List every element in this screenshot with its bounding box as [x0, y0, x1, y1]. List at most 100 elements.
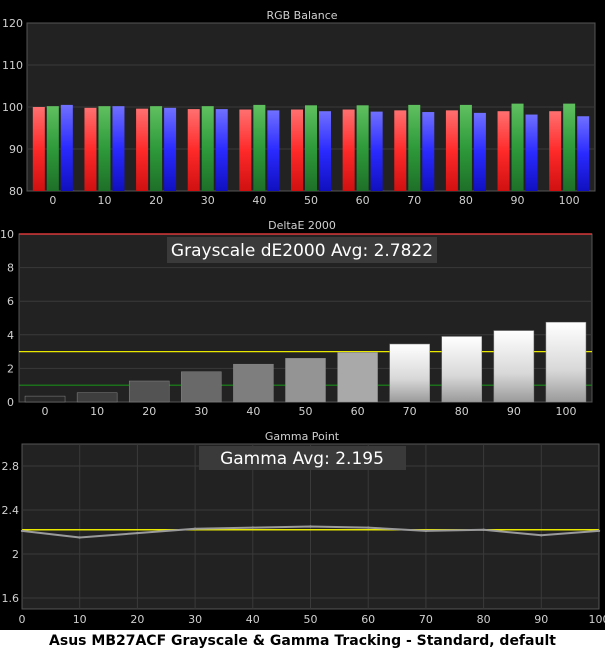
deltae-bar-60: [337, 352, 378, 403]
gamma-point-80: [482, 528, 485, 531]
x-tick-label: 10: [97, 194, 111, 207]
chart-title: RGB Balance: [266, 9, 337, 22]
blue-bar-0: [60, 104, 73, 191]
x-tick-label: 20: [130, 613, 144, 626]
blue-bar-30: [215, 109, 228, 191]
x-tick-label: 30: [201, 194, 215, 207]
y-tick-label: 1.6: [2, 592, 20, 605]
blue-bar-80: [473, 112, 486, 191]
x-tick-label: 20: [149, 194, 163, 207]
blue-bar-70: [422, 112, 435, 191]
gamma-point-20: [136, 531, 139, 535]
red-bar-30: [187, 109, 200, 191]
gamma-point-60: [367, 526, 370, 529]
blue-bar-60: [370, 111, 383, 191]
x-tick-label: 70: [403, 405, 417, 418]
green-bar-80: [459, 104, 472, 191]
y-tick-label: 8: [7, 262, 14, 275]
red-bar-0: [32, 107, 45, 191]
x-tick-label: 50: [299, 405, 313, 418]
chart-title: DeltaE 2000: [268, 219, 336, 232]
blue-bar-40: [267, 110, 280, 191]
y-tick-label: 2: [12, 548, 19, 561]
blue-bar-90: [525, 114, 538, 191]
green-bar-0: [46, 106, 59, 191]
x-tick-label: 50: [304, 194, 318, 207]
x-tick-label: 90: [534, 613, 548, 626]
y-tick-label: 4: [7, 329, 14, 342]
deltae-bar-40: [233, 363, 274, 403]
blue-bar-20: [164, 107, 177, 191]
y-tick-label: 110: [2, 59, 23, 72]
green-bar-30: [201, 106, 214, 191]
x-tick-label: 30: [194, 405, 208, 418]
red-bar-50: [291, 109, 303, 191]
green-bar-90: [511, 103, 524, 191]
x-tick-label: 0: [19, 613, 26, 626]
x-tick-label: 40: [252, 194, 266, 207]
x-tick-label: 30: [188, 613, 202, 626]
deltae-bar-0: [24, 395, 66, 403]
red-bar-20: [136, 108, 149, 191]
deltae-bar-50: [285, 358, 326, 403]
red-bar-40: [239, 109, 252, 191]
y-tick-label: 2: [7, 362, 14, 375]
y-tick-label: 2.8: [2, 460, 20, 473]
x-tick-label: 100: [559, 194, 580, 207]
deltae-bar-10: [76, 392, 118, 403]
green-bar-10: [98, 106, 111, 191]
gamma-chart: Gamma Point 1.6 2 2.4 2.8 0 10 20 30 40 50 60 70 80 90…: [2, 430, 605, 626]
green-bar-60: [356, 105, 369, 191]
y-tick-label: 6: [7, 295, 14, 308]
figure-caption: Asus MB27ACF Grayscale & Gamma Tracking …: [49, 633, 556, 649]
red-bar-80: [445, 110, 458, 191]
x-tick-label: 0: [42, 405, 49, 418]
y-tick-label: 120: [2, 17, 23, 30]
y-tick-label: 10: [0, 228, 14, 241]
gamma-point-10: [78, 536, 81, 539]
gamma-point-30: [193, 527, 197, 530]
rgb-balance-chart: RGB Balance 80 90 100 110 120 0 10 20 30 40 50 60 70 8…: [2, 9, 596, 207]
x-tick-label: 60: [356, 194, 370, 207]
gamma-point-50: [309, 525, 312, 528]
x-tick-label: 10: [73, 613, 87, 626]
deltae-bar-20: [128, 380, 170, 403]
x-tick-label: 80: [477, 613, 491, 626]
green-bar-50: [305, 105, 317, 191]
x-tick-label: 90: [507, 405, 521, 418]
gamma-point-100: [597, 529, 601, 533]
red-bar-10: [84, 107, 97, 191]
y-tick-label: 100: [2, 101, 23, 114]
rgb-balance-panel: RGB Balance 80 90 100 110 120 0 10 20 30 40 50 60 70 8…: [0, 0, 605, 210]
deltae-bar-30: [181, 371, 222, 403]
x-tick-label: 90: [511, 194, 525, 207]
red-bar-90: [497, 111, 510, 191]
x-tick-label: 100: [589, 613, 605, 626]
x-tick-label: 100: [555, 405, 576, 418]
chart-title: Gamma Point: [265, 430, 340, 443]
gamma-point-70: [424, 529, 428, 533]
gamma-point-40: [251, 526, 254, 529]
y-tick-label: 2.4: [2, 504, 20, 517]
green-bar-20: [150, 106, 163, 191]
red-bar-70: [394, 110, 407, 191]
gamma-point-90: [540, 534, 543, 537]
x-tick-label: 80: [459, 194, 473, 207]
x-tick-label: 60: [351, 405, 365, 418]
x-tick-label: 40: [246, 405, 260, 418]
gamma-panel: Gamma Point 1.6 2 2.4 2.8 0 10 20 30 40 50 60 70 80 90…: [0, 422, 605, 630]
deltae-bar-100: [545, 321, 587, 403]
x-tick-label: 0: [49, 194, 56, 207]
red-bar-60: [342, 109, 355, 191]
x-tick-label: 70: [419, 613, 433, 626]
x-tick-label: 10: [90, 405, 104, 418]
blue-bar-10: [112, 106, 125, 191]
deltae-bar-70: [389, 343, 430, 403]
x-tick-label: 50: [304, 613, 318, 626]
deltae-bar-80: [441, 336, 483, 403]
x-tick-label: 80: [455, 405, 469, 418]
gamma-point-0: [20, 529, 24, 533]
deltae-panel: DeltaE 2000 0 2 4 6 8 10 0 10 20 30 40 50 60 70 80 90 100…: [0, 211, 605, 421]
deltae-average-annotation: Grayscale dE2000 Avg: 2.7822: [171, 241, 433, 261]
gamma-average-annotation: Gamma Avg: 2.195: [220, 449, 384, 469]
